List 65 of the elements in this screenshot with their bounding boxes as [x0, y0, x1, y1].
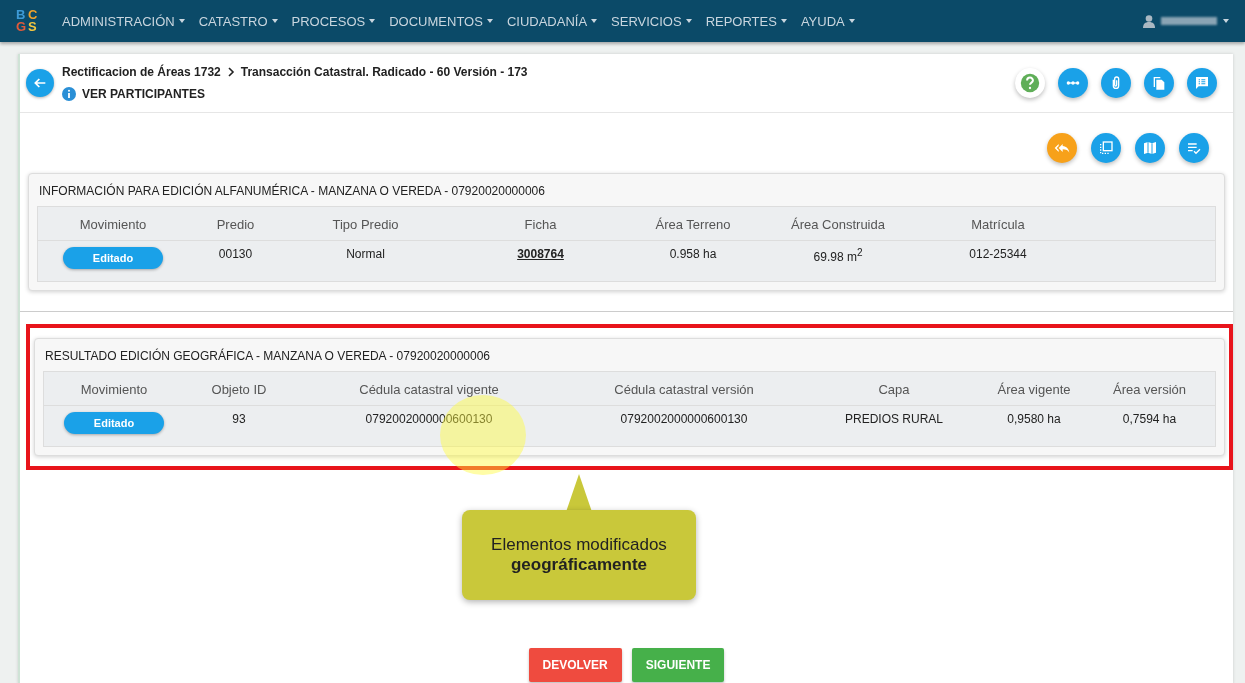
column-header: Área Terreno: [633, 207, 753, 241]
attach-button[interactable]: [1101, 68, 1131, 98]
map-icon: [1142, 140, 1158, 156]
column-header: Área versión: [1084, 372, 1215, 406]
callout-text: Elementos modificados geográficamente: [462, 510, 696, 600]
breadcrumb-item: Transacción Catastral. Radicado - 60 Versión - 173: [240, 65, 528, 79]
column-header: Cédula catastral vigente: [294, 372, 564, 406]
menu-item[interactable]: CATASTRO: [198, 13, 278, 29]
action-button[interactable]: DEVOLVER: [528, 648, 622, 682]
chevron-icon: [226, 67, 235, 77]
select-button[interactable]: [1091, 133, 1121, 163]
menu-item[interactable]: AYUDA: [800, 13, 855, 29]
table-cell-text: 0792002000000600130: [619, 411, 749, 428]
column-header: Área vigente: [984, 372, 1084, 406]
status-badge: Editado: [62, 247, 164, 269]
steps-button[interactable]: [1058, 68, 1088, 98]
menu-item[interactable]: DOCUMENTOS: [389, 13, 493, 29]
selection-icon: [1098, 140, 1114, 156]
table-cell-text: 69.98 m$^{2}$: [812, 246, 864, 266]
breadcrumb-item[interactable]: Rectificacion de Áreas 1732: [62, 65, 221, 79]
table-cell-text: PREDIOS RURAL: [844, 411, 944, 428]
column-header: Ficha: [448, 207, 633, 241]
checklist-button[interactable]: [1179, 133, 1209, 163]
info-icon: [62, 87, 76, 101]
column-header: Área Construida: [753, 207, 923, 241]
status-badge: Editado: [63, 412, 165, 434]
copy-icon: [1151, 75, 1167, 91]
menu-item[interactable]: CIUDADANÍA: [506, 13, 598, 29]
help-icon: [1020, 73, 1040, 93]
table-cell-text: 00130: [217, 246, 254, 263]
column-header: Tipo Predio: [283, 207, 448, 241]
table-cell-text: 93: [231, 411, 247, 428]
column-header: Cédula catastral versión: [564, 372, 804, 406]
map-button[interactable]: [1135, 133, 1165, 163]
column-header: Capa: [804, 372, 984, 406]
column-header: Objeto ID: [184, 372, 294, 406]
checklist-icon: [1186, 140, 1202, 156]
menu-item[interactable]: SERVICIOS: [611, 13, 692, 29]
table-cell-text: 012-25344: [968, 246, 1028, 263]
menu-item[interactable]: PROCESOS: [291, 13, 376, 29]
column-header: Movimiento: [38, 207, 188, 241]
column-header: Movimiento: [44, 372, 184, 406]
user-icon: [1143, 14, 1155, 28]
column-header: Matrícula: [923, 207, 1073, 241]
participants-link[interactable]: VER PARTICIPANTES: [82, 87, 205, 101]
menu-item[interactable]: REPORTES: [705, 13, 787, 29]
return-button[interactable]: [1047, 133, 1077, 163]
section-title: RESULTADO EDICIÓN GEOGRÁFICA - MANZANA O VEREDA - 07920020000006: [44, 347, 492, 365]
notes-button[interactable]: [1187, 68, 1217, 98]
comment-icon: [1194, 75, 1210, 91]
table-cell-text: 0,7594 ha: [1121, 411, 1178, 428]
copy-button[interactable]: [1144, 68, 1174, 98]
record-link[interactable]: 3008764: [517, 247, 564, 261]
blurred-username: [1161, 17, 1217, 25]
column-header: Predio: [188, 207, 283, 241]
table-cell-text: 0.958 ha: [668, 246, 718, 263]
table-cell-text: 0792002000000600130: [364, 411, 494, 428]
section-title: INFORMACIÓN PARA EDICIÓN ALFANUMÉRICA - MANZANA O VEREDA - 07920020000006: [38, 182, 546, 200]
callout-pointer: [566, 474, 592, 512]
help-button[interactable]: [1015, 68, 1045, 98]
logo: B C GS: [16, 9, 39, 33]
table-cell-text: Normal: [345, 246, 386, 263]
table-cell-text: 0,9580 ha: [1006, 411, 1062, 428]
back-button[interactable]: [26, 69, 54, 97]
menu-item[interactable]: ADMINISTRACIÓN: [62, 13, 185, 29]
